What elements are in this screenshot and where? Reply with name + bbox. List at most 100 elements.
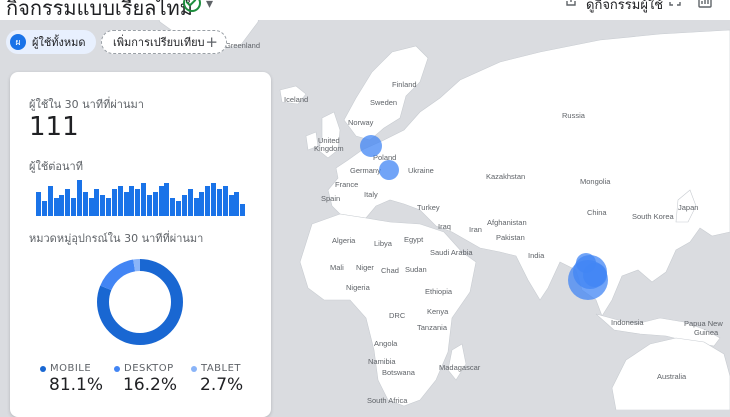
users-per-minute-bar[interactable] xyxy=(164,183,170,216)
legend-dot-desktop xyxy=(114,366,120,372)
users-per-minute-bar[interactable] xyxy=(76,180,82,216)
users-per-minute-bar[interactable] xyxy=(36,192,41,216)
users-per-minute-bar[interactable] xyxy=(181,195,187,216)
map-label-south-korea: South Korea xyxy=(632,212,675,221)
device-category-label: หมวดหมู่อุปกรณ์ใน 30 นาทีที่ผ่านมา xyxy=(29,232,204,245)
map-marker-asia-4[interactable] xyxy=(583,263,607,287)
map-label-papua-2: Guinea xyxy=(694,328,719,337)
users-per-minute-bar[interactable] xyxy=(158,186,164,216)
users-per-minute-bar[interactable] xyxy=(146,195,152,216)
users-per-minute-label: ผู้ใช้ต่อนาที xyxy=(29,160,83,173)
users-per-minute-bar[interactable] xyxy=(123,192,129,216)
audience-chip-label: ผู้ใช้ทั้งหมด xyxy=(32,36,86,49)
users-per-minute-bar[interactable] xyxy=(129,186,135,216)
users-per-minute-bar[interactable] xyxy=(228,195,234,216)
audience-chip[interactable]: ผ ผู้ใช้ทั้งหมด xyxy=(6,30,96,54)
users-per-minute-bar[interactable] xyxy=(176,201,181,216)
users-per-minute-bar[interactable] xyxy=(117,186,123,216)
map-label-australia: Australia xyxy=(657,372,687,381)
map-label-ukraine: Ukraine xyxy=(408,166,434,175)
map-label-norway: Norway xyxy=(348,118,374,127)
map-label-indonesia: Indonesia xyxy=(611,318,644,327)
map-label-tanzania: Tanzania xyxy=(417,323,448,332)
users-per-minute-bar[interactable] xyxy=(65,189,71,216)
users-per-minute-bar[interactable] xyxy=(170,198,176,216)
users-per-minute-chart[interactable] xyxy=(36,176,246,216)
map-label-iraq: Iraq xyxy=(438,222,451,231)
map-label-angola: Angola xyxy=(374,339,398,348)
page-title: กิจกรรมแบบเรียลไทม์ xyxy=(6,0,193,20)
users-per-minute-bar[interactable] xyxy=(205,186,211,216)
map-label-chad: Chad xyxy=(381,266,399,275)
map-label-egypt: Egypt xyxy=(404,235,424,244)
view-user-activity-button[interactable]: ดูกิจกรรมผู้ใช้ xyxy=(586,0,663,15)
map-label-madagascar: Madagascar xyxy=(439,363,481,372)
users-per-minute-bar[interactable] xyxy=(88,198,94,216)
map-label-kingdom: Kingdom xyxy=(314,144,344,153)
users-per-minute-bar[interactable] xyxy=(199,192,205,216)
map-label-namibia: Namibia xyxy=(368,357,396,366)
map-label-pakistan: Pakistan xyxy=(496,233,525,242)
map-marker-europe-central[interactable] xyxy=(379,160,399,180)
legend-value-tablet: 2.7% xyxy=(200,375,244,395)
users-per-minute-bar[interactable] xyxy=(193,198,199,216)
map-label-nigeria: Nigeria xyxy=(346,283,371,292)
add-comparison-label: เพิ่มการเปรียบเทียบ xyxy=(113,36,205,49)
map-label-ethiopia: Ethiopia xyxy=(425,287,453,296)
map-label-spain: Spain xyxy=(321,194,340,203)
map-label-drc: DRC xyxy=(389,311,406,320)
legend-label-desktop: DESKTOP xyxy=(124,363,174,374)
map-label-algeria: Algeria xyxy=(332,236,356,245)
users-per-minute-bar[interactable] xyxy=(187,189,193,216)
users-per-minute-bar[interactable] xyxy=(152,192,158,216)
add-comparison-button[interactable]: เพิ่มการเปรียบเทียบ + xyxy=(101,30,227,54)
users-per-minute-bar[interactable] xyxy=(59,195,65,216)
map-label-iceland: Iceland xyxy=(284,95,308,104)
users-per-minute-bar[interactable] xyxy=(111,189,117,216)
users-per-minute-bar[interactable] xyxy=(94,189,100,216)
users-per-minute-bar[interactable] xyxy=(211,183,216,216)
legend-label-mobile: MOBILE xyxy=(50,363,92,374)
map-label-italy: Italy xyxy=(364,190,378,199)
users-per-minute-bar[interactable] xyxy=(100,195,106,216)
realtime-summary-card: ผู้ใช้ใน 30 นาทีที่ผ่านมา 111 ผู้ใช้ต่อน… xyxy=(10,72,271,417)
expand-icon[interactable] xyxy=(669,0,681,6)
legend-dot-tablet xyxy=(191,366,197,372)
legend-value-mobile: 81.1% xyxy=(49,375,104,395)
map-label-finland: Finland xyxy=(392,80,417,89)
map-label-south-africa: South Africa xyxy=(367,396,408,405)
madagascar-land xyxy=(447,343,467,381)
check-circle-icon xyxy=(183,0,201,12)
users-per-minute-bar[interactable] xyxy=(222,186,228,216)
map-marker-europe-north[interactable] xyxy=(360,135,382,157)
users-per-minute-bar[interactable] xyxy=(47,186,53,216)
users-30min-label: ผู้ใช้ใน 30 นาทีที่ผ่านมา xyxy=(29,98,144,111)
users-per-minute-bar[interactable] xyxy=(41,201,47,216)
users-per-minute-bar[interactable] xyxy=(106,198,111,216)
top-bar: กิจกรรมแบบเรียลไทม์ ▾ ดูกิจกรรมผู้ใช้ xyxy=(0,0,730,20)
users-per-minute-bar[interactable] xyxy=(71,198,76,216)
map-label-kazakhstan: Kazakhstan xyxy=(486,172,525,181)
map-label-libya: Libya xyxy=(374,239,393,248)
chevron-down-icon[interactable]: ▾ xyxy=(206,0,213,12)
map-label-kenya: Kenya xyxy=(427,307,449,316)
map-label-mali: Mali xyxy=(330,263,344,272)
users-per-minute-bar[interactable] xyxy=(82,192,88,216)
share-icon[interactable] xyxy=(565,0,577,6)
users-per-minute-bar[interactable] xyxy=(234,192,240,216)
map-label-greenland: Greenland xyxy=(225,41,260,50)
map-label-china: China xyxy=(587,208,607,217)
users-per-minute-bar[interactable] xyxy=(216,189,222,216)
avatar: ผ xyxy=(10,34,26,50)
users-per-minute-bar[interactable] xyxy=(141,183,146,216)
legend-value-desktop: 16.2% xyxy=(123,375,178,395)
map-label-saudi-arabia: Saudi Arabia xyxy=(430,248,473,257)
users-30min-value: 111 xyxy=(29,112,79,142)
users-per-minute-bar[interactable] xyxy=(53,198,59,216)
map-label-germany: Germany xyxy=(350,166,381,175)
device-donut-chart[interactable] xyxy=(96,258,184,346)
report-icon[interactable] xyxy=(698,0,712,8)
users-per-minute-bar[interactable] xyxy=(135,189,141,216)
users-per-minute-bar[interactable] xyxy=(240,204,246,216)
map-label-botswana: Botswana xyxy=(382,368,416,377)
